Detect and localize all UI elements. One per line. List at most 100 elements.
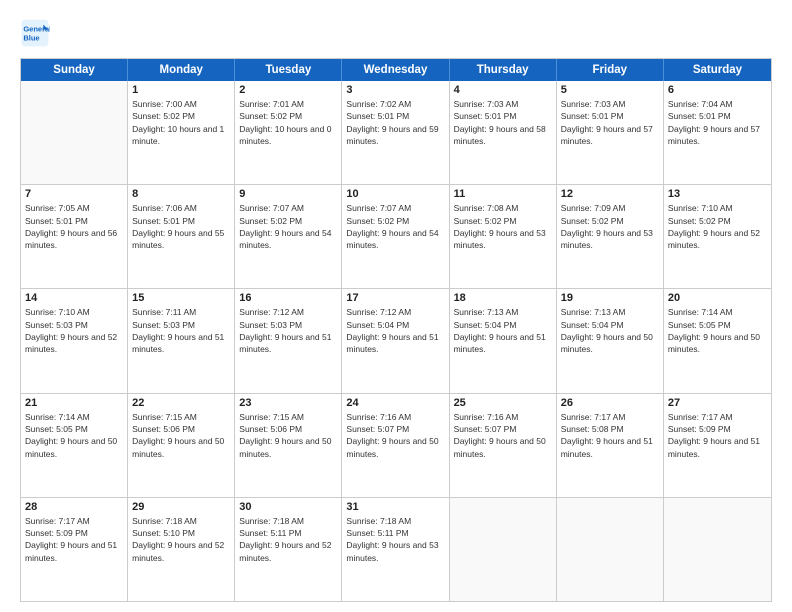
day-number: 23 bbox=[239, 397, 337, 409]
day-number: 20 bbox=[668, 292, 767, 304]
day-number: 28 bbox=[25, 501, 123, 513]
header-cell-wednesday: Wednesday bbox=[342, 59, 449, 81]
cell-info: Sunrise: 7:04 AMSunset: 5:01 PMDaylight:… bbox=[668, 98, 767, 147]
day-cell-25: 25Sunrise: 7:16 AMSunset: 5:07 PMDayligh… bbox=[450, 394, 557, 497]
cell-info: Sunrise: 7:18 AMSunset: 5:11 PMDaylight:… bbox=[346, 515, 444, 564]
cell-info: Sunrise: 7:12 AMSunset: 5:04 PMDaylight:… bbox=[346, 306, 444, 355]
day-cell-10: 10Sunrise: 7:07 AMSunset: 5:02 PMDayligh… bbox=[342, 185, 449, 288]
cell-info: Sunrise: 7:00 AMSunset: 5:02 PMDaylight:… bbox=[132, 98, 230, 147]
day-number: 1 bbox=[132, 84, 230, 96]
calendar: SundayMondayTuesdayWednesdayThursdayFrid… bbox=[20, 58, 772, 602]
cell-info: Sunrise: 7:10 AMSunset: 5:03 PMDaylight:… bbox=[25, 306, 123, 355]
header-cell-thursday: Thursday bbox=[450, 59, 557, 81]
day-number: 19 bbox=[561, 292, 659, 304]
empty-cell bbox=[21, 81, 128, 184]
header-cell-tuesday: Tuesday bbox=[235, 59, 342, 81]
cell-info: Sunrise: 7:07 AMSunset: 5:02 PMDaylight:… bbox=[239, 202, 337, 251]
day-number: 24 bbox=[346, 397, 444, 409]
day-cell-7: 7Sunrise: 7:05 AMSunset: 5:01 PMDaylight… bbox=[21, 185, 128, 288]
day-number: 5 bbox=[561, 84, 659, 96]
cell-info: Sunrise: 7:12 AMSunset: 5:03 PMDaylight:… bbox=[239, 306, 337, 355]
day-number: 3 bbox=[346, 84, 444, 96]
day-cell-1: 1 Sunrise: 7:00 AMSunset: 5:02 PMDaylight… bbox=[128, 81, 235, 184]
day-number: 27 bbox=[668, 397, 767, 409]
page-header: General Blue bbox=[20, 18, 772, 48]
cell-info: Sunrise: 7:05 AMSunset: 5:01 PMDaylight:… bbox=[25, 202, 123, 251]
day-number: 21 bbox=[25, 397, 123, 409]
day-cell-12: 12 Sunrise: 7:09 AMSunset: 5:02 PMDayligh… bbox=[557, 185, 664, 288]
day-number: 2 bbox=[239, 84, 337, 96]
day-cell-23: 23 Sunrise: 7:15 AMSunset: 5:06 PMDayligh… bbox=[235, 394, 342, 497]
day-cell-24: 24 Sunrise: 7:16 AMSunset: 5:07 PMDayligh… bbox=[342, 394, 449, 497]
cell-info: Sunrise: 7:17 AMSunset: 5:09 PMDaylight:… bbox=[668, 411, 767, 460]
cell-info: Sunrise: 7:17 AMSunset: 5:08 PMDaylight:… bbox=[561, 411, 659, 460]
cell-info: Sunrise: 7:03 AMSunset: 5:01 PMDaylight:… bbox=[454, 98, 552, 147]
day-cell-14: 14 Sunrise: 7:10 AMSunset: 5:03 PMDayligh… bbox=[21, 289, 128, 392]
day-number: 31 bbox=[346, 501, 444, 513]
cell-info: Sunrise: 7:01 AMSunset: 5:02 PMDaylight:… bbox=[239, 98, 337, 147]
cell-info: Sunrise: 7:14 AMSunset: 5:05 PMDaylight:… bbox=[25, 411, 123, 460]
day-cell-30: 30Sunrise: 7:18 AMSunset: 5:11 PMDayligh… bbox=[235, 498, 342, 601]
day-number: 25 bbox=[454, 397, 552, 409]
day-number: 4 bbox=[454, 84, 552, 96]
day-number: 17 bbox=[346, 292, 444, 304]
cell-info: Sunrise: 7:07 AMSunset: 5:02 PMDaylight:… bbox=[346, 202, 444, 251]
day-number: 9 bbox=[239, 188, 337, 200]
day-cell-31: 31 Sunrise: 7:18 AMSunset: 5:11 PMDayligh… bbox=[342, 498, 449, 601]
day-cell-22: 22Sunrise: 7:15 AMSunset: 5:06 PMDayligh… bbox=[128, 394, 235, 497]
day-cell-4: 4 Sunrise: 7:03 AMSunset: 5:01 PMDaylight… bbox=[450, 81, 557, 184]
calendar-week-2: 7Sunrise: 7:05 AMSunset: 5:01 PMDaylight… bbox=[21, 185, 771, 289]
day-cell-21: 21 Sunrise: 7:14 AMSunset: 5:05 PMDayligh… bbox=[21, 394, 128, 497]
cell-info: Sunrise: 7:11 AMSunset: 5:03 PMDaylight:… bbox=[132, 306, 230, 355]
day-cell-16: 16 Sunrise: 7:12 AMSunset: 5:03 PMDayligh… bbox=[235, 289, 342, 392]
cell-info: Sunrise: 7:16 AMSunset: 5:07 PMDaylight:… bbox=[346, 411, 444, 460]
cell-info: Sunrise: 7:15 AMSunset: 5:06 PMDaylight:… bbox=[239, 411, 337, 460]
calendar-week-4: 21 Sunrise: 7:14 AMSunset: 5:05 PMDayligh… bbox=[21, 394, 771, 498]
day-number: 18 bbox=[454, 292, 552, 304]
day-cell-11: 11Sunrise: 7:08 AMSunset: 5:02 PMDayligh… bbox=[450, 185, 557, 288]
day-number: 6 bbox=[668, 84, 767, 96]
cell-info: Sunrise: 7:03 AMSunset: 5:01 PMDaylight:… bbox=[561, 98, 659, 147]
day-cell-20: 20 Sunrise: 7:14 AMSunset: 5:05 PMDayligh… bbox=[664, 289, 771, 392]
day-cell-13: 13Sunrise: 7:10 AMSunset: 5:02 PMDayligh… bbox=[664, 185, 771, 288]
day-cell-15: 15 Sunrise: 7:11 AMSunset: 5:03 PMDayligh… bbox=[128, 289, 235, 392]
day-cell-17: 17 Sunrise: 7:12 AMSunset: 5:04 PMDayligh… bbox=[342, 289, 449, 392]
day-cell-26: 26 Sunrise: 7:17 AMSunset: 5:08 PMDayligh… bbox=[557, 394, 664, 497]
empty-cell bbox=[450, 498, 557, 601]
day-number: 14 bbox=[25, 292, 123, 304]
day-number: 12 bbox=[561, 188, 659, 200]
day-cell-18: 18 Sunrise: 7:13 AMSunset: 5:04 PMDayligh… bbox=[450, 289, 557, 392]
day-cell-5: 5 Sunrise: 7:03 AMSunset: 5:01 PMDaylight… bbox=[557, 81, 664, 184]
cell-info: Sunrise: 7:15 AMSunset: 5:06 PMDaylight:… bbox=[132, 411, 230, 460]
day-cell-2: 2 Sunrise: 7:01 AMSunset: 5:02 PMDaylight… bbox=[235, 81, 342, 184]
calendar-week-1: 1 Sunrise: 7:00 AMSunset: 5:02 PMDaylight… bbox=[21, 81, 771, 185]
day-cell-3: 3 Sunrise: 7:02 AMSunset: 5:01 PMDaylight… bbox=[342, 81, 449, 184]
calendar-page: General Blue SundayMondayTuesdayWednesda… bbox=[0, 0, 792, 612]
header-cell-sunday: Sunday bbox=[21, 59, 128, 81]
calendar-body: 1 Sunrise: 7:00 AMSunset: 5:02 PMDaylight… bbox=[21, 81, 771, 601]
cell-info: Sunrise: 7:18 AMSunset: 5:10 PMDaylight:… bbox=[132, 515, 230, 564]
empty-cell bbox=[557, 498, 664, 601]
header-cell-friday: Friday bbox=[557, 59, 664, 81]
header-cell-monday: Monday bbox=[128, 59, 235, 81]
day-number: 16 bbox=[239, 292, 337, 304]
day-number: 11 bbox=[454, 188, 552, 200]
day-cell-9: 9 Sunrise: 7:07 AMSunset: 5:02 PMDaylight… bbox=[235, 185, 342, 288]
logo-icon: General Blue bbox=[20, 18, 50, 48]
svg-text:Blue: Blue bbox=[23, 34, 39, 43]
day-number: 26 bbox=[561, 397, 659, 409]
cell-info: Sunrise: 7:02 AMSunset: 5:01 PMDaylight:… bbox=[346, 98, 444, 147]
cell-info: Sunrise: 7:18 AMSunset: 5:11 PMDaylight:… bbox=[239, 515, 337, 564]
cell-info: Sunrise: 7:09 AMSunset: 5:02 PMDaylight:… bbox=[561, 202, 659, 251]
day-cell-19: 19 Sunrise: 7:13 AMSunset: 5:04 PMDayligh… bbox=[557, 289, 664, 392]
day-number: 29 bbox=[132, 501, 230, 513]
day-number: 13 bbox=[668, 188, 767, 200]
day-number: 8 bbox=[132, 188, 230, 200]
calendar-header-row: SundayMondayTuesdayWednesdayThursdayFrid… bbox=[21, 59, 771, 81]
day-number: 15 bbox=[132, 292, 230, 304]
cell-info: Sunrise: 7:14 AMSunset: 5:05 PMDaylight:… bbox=[668, 306, 767, 355]
day-cell-28: 28Sunrise: 7:17 AMSunset: 5:09 PMDayligh… bbox=[21, 498, 128, 601]
cell-info: Sunrise: 7:13 AMSunset: 5:04 PMDaylight:… bbox=[454, 306, 552, 355]
cell-info: Sunrise: 7:13 AMSunset: 5:04 PMDaylight:… bbox=[561, 306, 659, 355]
day-cell-29: 29 Sunrise: 7:18 AMSunset: 5:10 PMDayligh… bbox=[128, 498, 235, 601]
